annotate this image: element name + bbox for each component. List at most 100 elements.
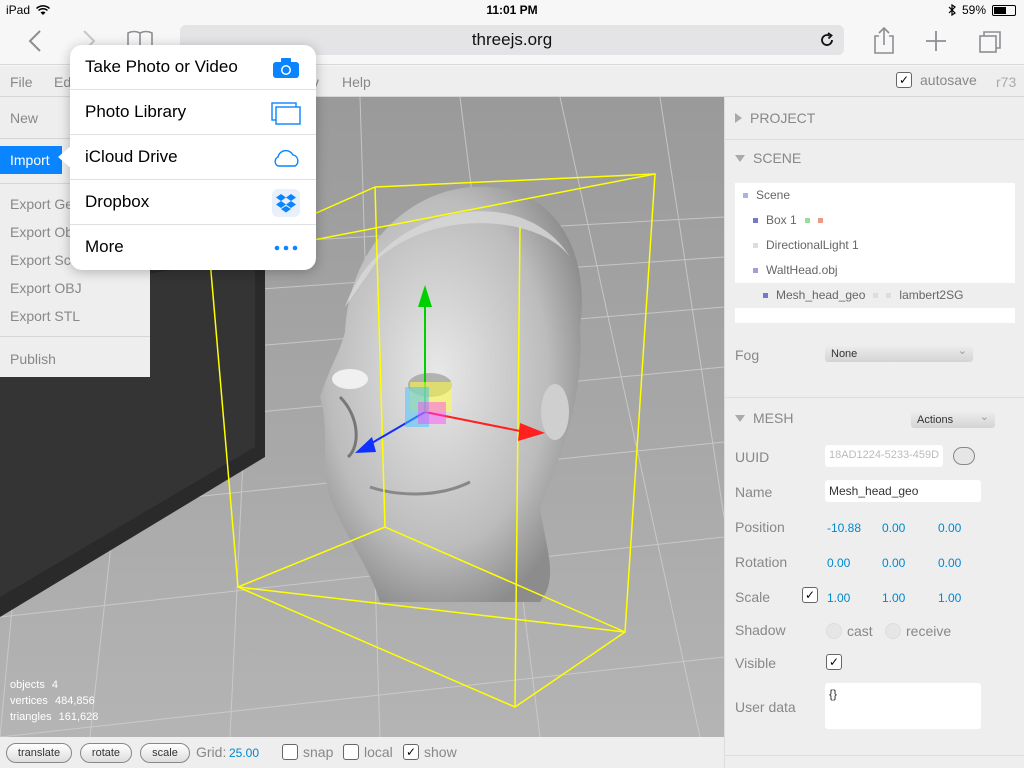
- menu-item-export-geometry[interactable]: Export Ge: [10, 196, 73, 212]
- scale-z[interactable]: 1.00: [938, 591, 961, 605]
- share-icon[interactable]: [868, 26, 900, 56]
- menu-item-export-obj[interactable]: Export OBJ: [10, 280, 82, 296]
- scale-y[interactable]: 1.00: [882, 591, 905, 605]
- grid-value[interactable]: 25.00: [229, 746, 259, 760]
- rotation-z[interactable]: 0.00: [938, 556, 961, 570]
- collapsed-triangle-icon: [735, 113, 742, 123]
- show-grid-checkbox[interactable]: ✓: [403, 744, 419, 760]
- properties-sidebar: PROJECT SCENE Scene Box 1 DirectionalLig…: [724, 97, 1024, 768]
- menu-help[interactable]: Help: [342, 74, 371, 90]
- scene-label: SCENE: [753, 150, 802, 166]
- autosave-checkbox[interactable]: ✓: [896, 72, 912, 88]
- revision-label: r73: [996, 74, 1017, 90]
- divider: [725, 397, 1024, 398]
- receive-shadow-toggle[interactable]: [885, 623, 901, 639]
- outliner-material-label: lambert2SG: [899, 288, 964, 302]
- autosave-label: autosave: [920, 72, 977, 88]
- visible-checkbox[interactable]: ✓: [826, 654, 842, 670]
- snap-label: snap: [303, 744, 334, 760]
- photo-library-icon: [271, 102, 301, 125]
- divider: [725, 755, 1024, 756]
- status-bar: iPad 11:01 PM 59%: [0, 0, 1024, 20]
- position-x[interactable]: -10.88: [827, 521, 861, 535]
- rotate-button[interactable]: rotate: [80, 743, 132, 763]
- outliner-label: DirectionalLight 1: [766, 238, 859, 252]
- menu-file[interactable]: File: [10, 74, 33, 90]
- translate-button[interactable]: translate: [6, 743, 72, 763]
- scale-x[interactable]: 1.00: [827, 591, 850, 605]
- menu-item-new[interactable]: New: [10, 110, 38, 126]
- popover-item-photo-library[interactable]: Photo Library: [70, 90, 316, 135]
- popover-item-label: More: [85, 237, 124, 256]
- uuid-field[interactable]: 18AD1224-5233-459D: [825, 445, 943, 467]
- expanded-triangle-icon: [735, 414, 745, 422]
- local-checkbox[interactable]: [343, 744, 359, 760]
- outliner-row-mesh[interactable]: Mesh_head_geo lambert2SG: [735, 283, 1015, 308]
- userdata-label: User data: [735, 699, 796, 715]
- uuid-renew-button[interactable]: [953, 447, 975, 465]
- reload-icon[interactable]: [818, 31, 836, 49]
- expanded-triangle-icon: [735, 154, 745, 162]
- outliner-row-walthead[interactable]: WaltHead.obj: [735, 258, 1015, 283]
- dropbox-icon: [272, 189, 300, 217]
- visible-label: Visible: [735, 655, 776, 671]
- tabs-icon[interactable]: [974, 26, 1006, 56]
- rotation-y[interactable]: 0.00: [882, 556, 905, 570]
- uuid-label: UUID: [735, 449, 770, 465]
- fog-label: Fog: [735, 347, 760, 363]
- mesh-label: MESH: [753, 410, 794, 426]
- menu-item-export-stl[interactable]: Export STL: [10, 308, 80, 324]
- outliner-row-box[interactable]: Box 1: [735, 208, 1015, 233]
- cast-shadow-toggle[interactable]: [826, 623, 842, 639]
- viewport-toolbar: translate rotate scale Grid: 25.00 snap …: [0, 737, 724, 768]
- outliner-label: Mesh_head_geo: [776, 288, 866, 302]
- outliner-label: Box 1: [766, 213, 797, 227]
- camera-icon: [273, 58, 299, 78]
- snap-checkbox[interactable]: [282, 744, 298, 760]
- fog-select[interactable]: None: [825, 343, 973, 362]
- battery-icon: [992, 4, 1016, 16]
- outliner-row-light[interactable]: DirectionalLight 1: [735, 233, 1015, 258]
- back-icon[interactable]: [20, 26, 52, 56]
- viewport-stats: objects 4 vertices 484,856 triangles 161…: [10, 677, 98, 725]
- name-field[interactable]: Mesh_head_geo: [825, 480, 981, 502]
- popover-item-icloud-drive[interactable]: iCloud Drive: [70, 135, 316, 180]
- url-text: threejs.org: [471, 30, 553, 49]
- menu-item-export-object[interactable]: Export Ob: [10, 224, 73, 240]
- popover-item-label: Dropbox: [85, 192, 150, 211]
- scene-section-header[interactable]: SCENE: [735, 150, 801, 166]
- actions-select[interactable]: Actions: [911, 409, 995, 428]
- rotation-x[interactable]: 0.00: [827, 556, 850, 570]
- popover-item-label: Take Photo or Video: [85, 57, 238, 76]
- scene-outliner[interactable]: Scene Box 1 DirectionalLight 1 WaltHead.…: [735, 183, 1015, 323]
- new-tab-icon[interactable]: [920, 26, 952, 56]
- outliner-label: WaltHead.obj: [766, 263, 838, 277]
- divider: [725, 139, 1024, 140]
- menu-item-export-scene[interactable]: Export Sc: [10, 252, 71, 268]
- project-label: PROJECT: [750, 110, 816, 126]
- scale-lock-checkbox[interactable]: ✓: [802, 587, 818, 603]
- userdata-field[interactable]: {}: [825, 683, 981, 729]
- status-time: 11:01 PM: [486, 3, 538, 17]
- position-y[interactable]: 0.00: [882, 521, 905, 535]
- autosave-toggle[interactable]: ✓ autosave: [896, 72, 977, 88]
- scale-button[interactable]: scale: [140, 743, 190, 763]
- local-label: local: [364, 744, 393, 760]
- position-z[interactable]: 0.00: [938, 521, 961, 535]
- outliner-label: Scene: [756, 188, 791, 202]
- triangles-count: 161,628: [58, 711, 99, 723]
- project-section-header[interactable]: PROJECT: [735, 110, 815, 126]
- triangles-label: triangles: [10, 711, 52, 723]
- menu-item-publish[interactable]: Publish: [10, 351, 56, 367]
- grid-label: Grid:: [196, 744, 227, 760]
- divider: [0, 336, 150, 337]
- menu-item-import[interactable]: Import: [0, 146, 62, 174]
- popover-item-dropbox[interactable]: Dropbox: [70, 180, 316, 225]
- icloud-icon: [274, 149, 299, 167]
- popover-item-take-photo[interactable]: Take Photo or Video: [70, 45, 316, 90]
- menu-edit[interactable]: Ed: [54, 74, 71, 90]
- outliner-row-scene[interactable]: Scene: [735, 183, 1015, 208]
- popover-item-more[interactable]: More: [70, 225, 316, 270]
- mesh-section-header[interactable]: MESH: [735, 410, 793, 426]
- cast-label: cast: [847, 623, 873, 639]
